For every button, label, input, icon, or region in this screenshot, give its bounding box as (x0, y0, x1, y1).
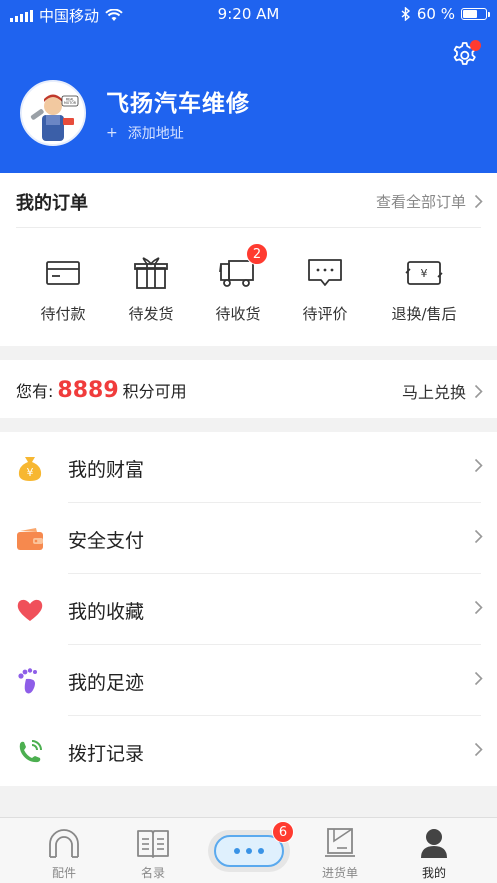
order-pending-review[interactable]: 待评价 (285, 255, 365, 324)
chevron-right-icon (474, 742, 483, 757)
svg-text:MOTOR: MOTOR (64, 101, 77, 105)
status-bar: 中国移动 9:20 AM 60 % (0, 0, 497, 30)
parts-icon (49, 829, 79, 858)
menu-item-footprints[interactable]: 我的足迹 (0, 645, 497, 716)
tab-label: 我的 (421, 866, 446, 880)
wallet-icon (17, 528, 43, 550)
divider (16, 227, 481, 228)
menu-item-label: 拨打记录 (68, 743, 145, 765)
tab-bar: 配件 名录 6 进货单 我的 (0, 817, 497, 883)
points-summary: 您有: 8889 积分可用 (16, 378, 187, 403)
avatar[interactable]: REAL MOTOR (20, 80, 86, 146)
tab-chat[interactable]: 6 (208, 821, 294, 872)
status-right: 60 % (401, 5, 490, 23)
view-all-orders-link[interactable]: 查看全部订单 (376, 191, 483, 212)
purchase-icon (325, 828, 355, 857)
tab-purchase-list[interactable]: 进货单 (305, 826, 375, 881)
order-item-label: 退换/售后 (391, 305, 457, 323)
tab-label: 进货单 (321, 866, 358, 880)
refund-icon: ¥ (405, 261, 443, 285)
menu-item-call-history[interactable]: 拨打记录 (0, 716, 497, 787)
chevron-right-icon (474, 600, 483, 615)
order-refund-aftersale[interactable]: ¥ 退换/售后 (384, 255, 464, 324)
orders-card: 我的订单 查看全部订单 待付款 待发货 2 待收货 待评价 ¥ 退换/售后 (0, 173, 497, 346)
order-item-label: 待付款 (40, 305, 86, 323)
settings-button[interactable] (449, 40, 481, 70)
tab-label: 名录 (140, 866, 165, 880)
chevron-right-icon (474, 671, 483, 686)
notification-dot (470, 40, 481, 51)
points-prefix: 您有: (16, 382, 54, 401)
menu-item-label: 我的收藏 (68, 601, 145, 623)
order-item-label: 待评价 (302, 305, 348, 323)
redeem-label: 马上兑换 (401, 383, 466, 402)
battery-icon (461, 8, 490, 20)
heart-icon (17, 599, 43, 621)
order-badge: 2 (246, 243, 268, 265)
tab-directory[interactable]: 名录 (118, 826, 188, 881)
battery-percent: 60 % (416, 5, 455, 23)
points-suffix: 积分可用 (122, 382, 187, 401)
tab-label: 配件 (51, 866, 76, 880)
svg-text:¥: ¥ (27, 466, 34, 479)
footprint-icon (18, 668, 37, 694)
points-card[interactable]: 您有: 8889 积分可用 马上兑换 (0, 360, 497, 418)
order-pending-receipt[interactable]: 2 待收货 (198, 243, 278, 324)
chevron-right-icon (474, 529, 483, 544)
mechanic-avatar-icon: REAL MOTOR (22, 82, 84, 144)
chat-icon (214, 835, 284, 867)
tab-parts[interactable]: 配件 (29, 826, 99, 881)
profile-header: REAL MOTOR 飞扬汽车维修 + 添加地址 (0, 30, 497, 173)
plus-icon: + (106, 125, 118, 141)
chevron-right-icon (474, 384, 483, 398)
order-pending-shipment[interactable]: 待发货 (111, 255, 191, 324)
card-icon (46, 261, 80, 285)
gift-icon (134, 257, 168, 289)
view-all-orders-label: 查看全部订单 (375, 193, 466, 211)
shop-name: 飞扬汽车维修 (106, 91, 250, 117)
points-value: 8889 (57, 378, 119, 403)
chevron-right-icon (474, 194, 483, 209)
redeem-points-button[interactable]: 马上兑换 (402, 379, 483, 403)
add-address-label: 添加地址 (127, 126, 184, 142)
chat-badge: 6 (272, 821, 294, 843)
menu-item-favorites[interactable]: 我的收藏 (0, 574, 497, 645)
svg-text:¥: ¥ (421, 267, 428, 280)
menu-item-label: 我的足迹 (68, 672, 145, 694)
tab-mine[interactable]: 我的 (399, 826, 469, 881)
menu-item-label: 安全支付 (68, 530, 145, 552)
order-pending-payment[interactable]: 待付款 (23, 255, 103, 324)
order-item-label: 待发货 (128, 305, 174, 323)
order-item-label: 待收货 (215, 305, 261, 323)
bluetooth-icon (401, 7, 410, 21)
comment-icon (308, 259, 342, 286)
phone-icon (19, 740, 42, 763)
money-bag-icon: ¥ (18, 457, 42, 481)
orders-title: 我的订单 (16, 193, 88, 214)
add-address-button[interactable]: + 添加地址 (106, 123, 184, 143)
menu-item-secure-pay[interactable]: 安全支付 (0, 503, 497, 574)
menu-list: ¥ 我的财富 安全支付 我的收藏 我的足迹 拨打记录 (0, 432, 497, 786)
menu-item-label: 我的财富 (68, 459, 145, 481)
menu-item-wealth[interactable]: ¥ 我的财富 (0, 432, 497, 503)
user-icon (421, 829, 447, 858)
directory-icon (137, 830, 169, 858)
chevron-right-icon (474, 458, 483, 473)
